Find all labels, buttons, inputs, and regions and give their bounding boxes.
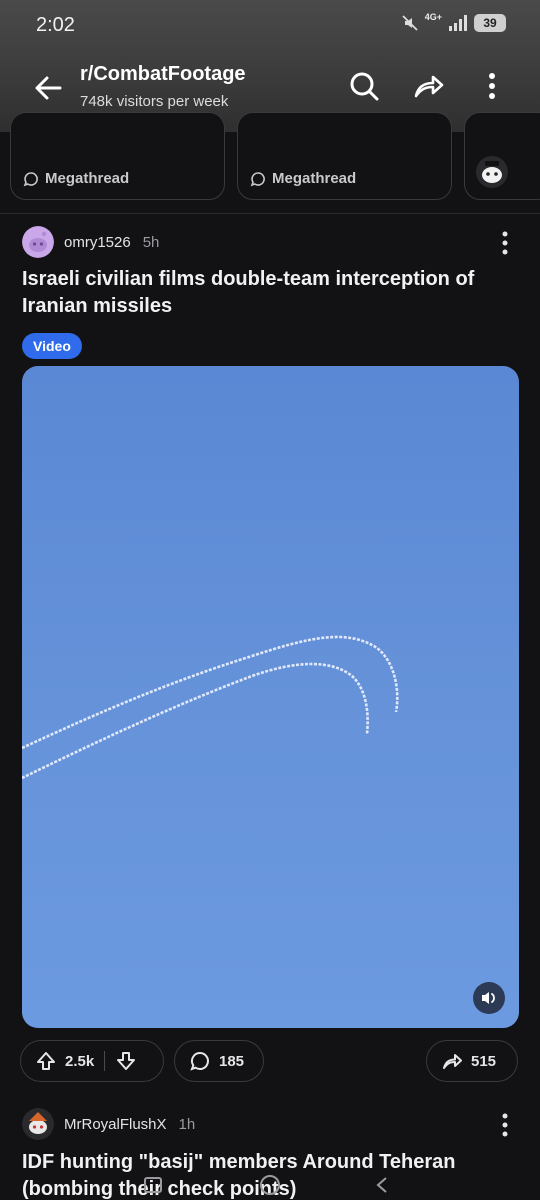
megathread-text: Megathread — [272, 170, 357, 187]
megathread-card[interactable]: Megathread — [10, 112, 225, 200]
snoo-avatar-icon — [476, 156, 508, 188]
comments-button[interactable]: 185 — [174, 1040, 264, 1082]
back-arrow-icon[interactable] — [30, 70, 66, 106]
speaker-icon — [482, 992, 495, 1004]
video-frame — [22, 635, 399, 780]
section-divider — [0, 213, 540, 214]
megathread-label: Megathread — [250, 170, 356, 187]
author-avatar[interactable] — [22, 226, 54, 258]
system-nav-bar — [144, 1175, 387, 1195]
megathread-label: Megathread — [23, 170, 129, 187]
post-age: 5h — [142, 233, 160, 251]
megathread-carousel: Megathread Megathread — [0, 112, 540, 206]
post-actions: 2.5k 185 515 — [20, 1040, 520, 1082]
next-post-more-icon[interactable] — [496, 1112, 514, 1138]
vote-count: 2.5k — [65, 1052, 95, 1070]
mute-icon — [402, 15, 418, 31]
post-more-icon[interactable] — [496, 230, 514, 256]
snoo-avatar-icon — [22, 1108, 54, 1140]
more-vertical-icon[interactable] — [474, 68, 510, 104]
next-author-avatar[interactable] — [22, 1108, 54, 1140]
vote-control: 2.5k — [20, 1040, 164, 1082]
next-post-age: 1h — [178, 1115, 196, 1133]
status-icons: 4G+ 39 — [401, 12, 506, 32]
share-count: 515 — [471, 1052, 497, 1070]
post-video[interactable] — [22, 366, 519, 1028]
subreddit-name[interactable]: r/CombatFootage — [80, 63, 246, 86]
megathread-text: Megathread — [45, 170, 130, 187]
recent-apps-icon[interactable] — [144, 1177, 162, 1193]
volume-button[interactable] — [473, 982, 505, 1014]
post-title[interactable]: Israeli civilian films double-team inter… — [22, 266, 522, 320]
comment-count: 185 — [219, 1052, 245, 1070]
post-author[interactable]: omry1526 — [64, 234, 131, 251]
battery-indicator: 39 — [474, 14, 506, 32]
downvote-icon[interactable] — [115, 1050, 137, 1072]
share-icon[interactable] — [410, 68, 446, 104]
status-time: 2:02 — [36, 14, 75, 36]
next-post-author[interactable]: MrRoyalFlushX — [64, 1116, 167, 1133]
share-icon — [443, 1054, 462, 1069]
snoo-avatar-icon — [22, 226, 54, 258]
comment-icon — [190, 1051, 209, 1071]
signal-icon — [449, 15, 467, 31]
upvote-icon[interactable] — [35, 1050, 57, 1072]
home-icon[interactable] — [260, 1175, 280, 1195]
back-nav-icon[interactable] — [376, 1177, 387, 1193]
network-badge: 4G+ — [424, 12, 442, 22]
visitor-count: 748k visitors per week — [80, 93, 229, 110]
vote-divider — [104, 1051, 106, 1071]
search-icon[interactable] — [346, 68, 382, 104]
megathread-card-partial[interactable] — [464, 112, 540, 200]
chat-bubble-icon — [250, 171, 265, 186]
next-post-header: MrRoyalFlushX 1h — [22, 1108, 195, 1140]
post-header: omry1526 5h — [22, 226, 159, 258]
chat-bubble-icon — [23, 171, 38, 186]
megathread-card[interactable]: Megathread — [237, 112, 452, 200]
share-button[interactable]: 515 — [426, 1040, 518, 1082]
post-flair[interactable]: Video — [22, 333, 82, 359]
